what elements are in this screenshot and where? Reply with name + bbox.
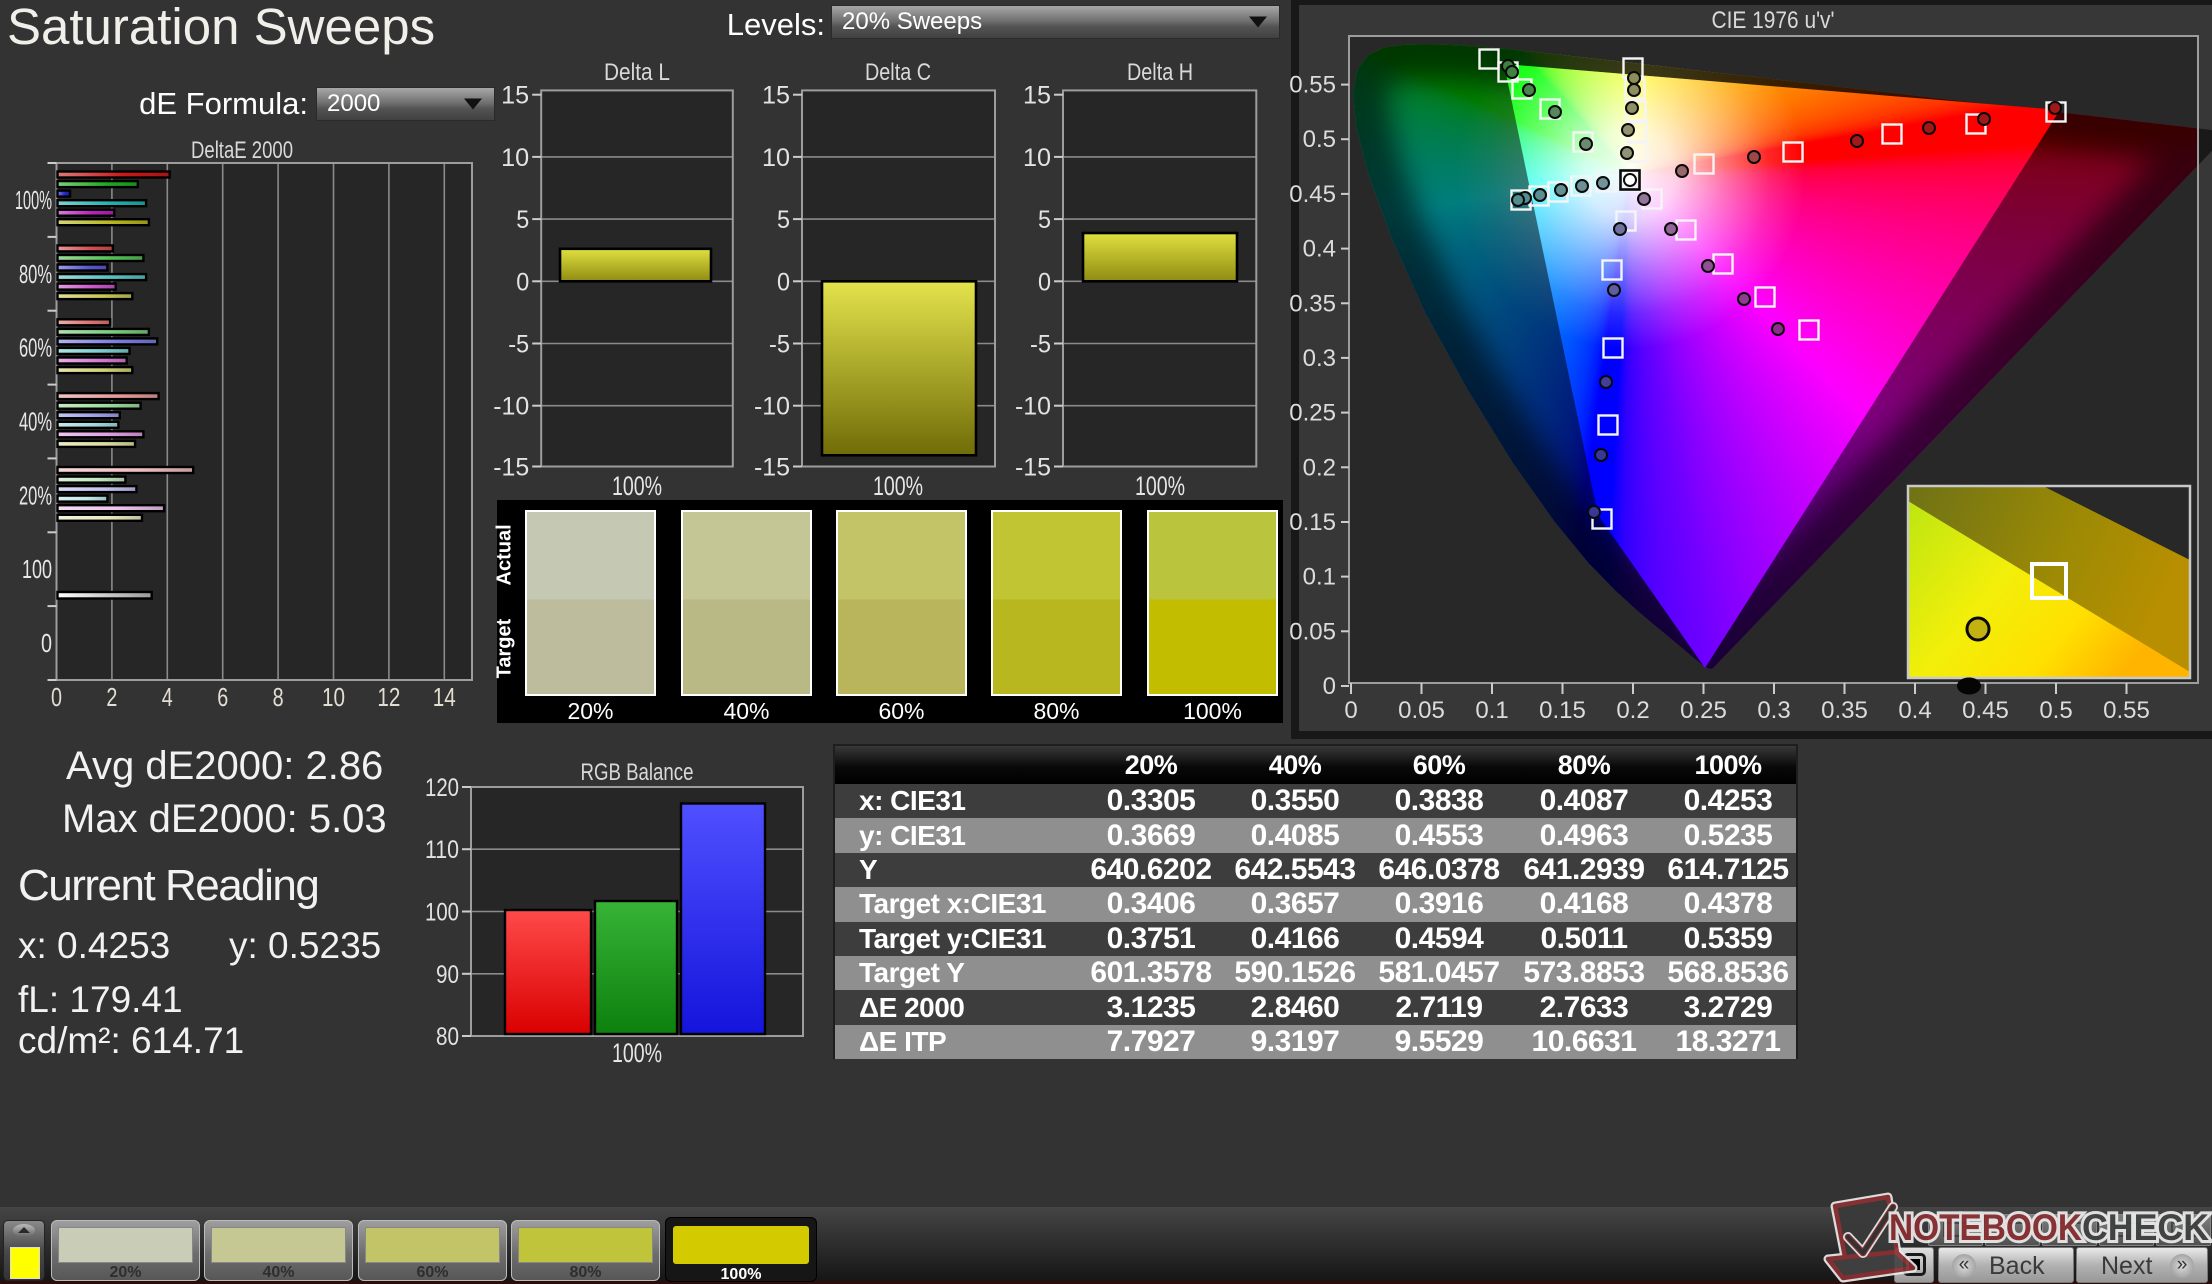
svg-text:100: 100	[425, 899, 459, 927]
svg-text:10: 10	[1023, 144, 1051, 172]
svg-text:2: 2	[106, 682, 117, 712]
svg-text:-15: -15	[754, 454, 790, 482]
svg-text:5: 5	[1038, 206, 1051, 234]
svg-text:100: 100	[22, 554, 52, 584]
svg-text:10: 10	[762, 144, 790, 172]
svg-text:110: 110	[425, 836, 459, 864]
svg-text:0.4: 0.4	[1303, 236, 1336, 263]
svg-text:8: 8	[273, 682, 284, 712]
svg-text:15: 15	[762, 82, 790, 110]
svg-text:12: 12	[377, 682, 400, 712]
svg-text:0: 0	[1344, 697, 1357, 724]
svg-text:100%: 100%	[15, 185, 52, 215]
svg-text:0.35: 0.35	[1821, 697, 1868, 724]
svg-text:100%: 100%	[873, 471, 923, 501]
svg-text:0.2: 0.2	[1616, 697, 1649, 724]
svg-text:5: 5	[777, 206, 790, 234]
svg-text:0.4: 0.4	[1898, 697, 1931, 724]
svg-text:20%: 20%	[19, 480, 52, 510]
svg-text:-15: -15	[1015, 454, 1051, 482]
svg-text:0.45: 0.45	[1962, 697, 2009, 724]
svg-text:10: 10	[322, 682, 345, 712]
svg-text:6: 6	[217, 682, 228, 712]
svg-text:0.15: 0.15	[1289, 509, 1336, 536]
svg-text:0: 0	[1323, 673, 1336, 700]
svg-text:0.25: 0.25	[1680, 697, 1727, 724]
svg-text:0: 0	[51, 682, 62, 712]
svg-text:100%: 100%	[612, 1038, 662, 1068]
svg-text:0.3: 0.3	[1757, 697, 1790, 724]
svg-text:0: 0	[777, 268, 790, 296]
svg-text:-15: -15	[493, 454, 529, 482]
svg-text:0.15: 0.15	[1539, 697, 1586, 724]
svg-text:0.55: 0.55	[2103, 697, 2150, 724]
svg-text:0.5: 0.5	[2039, 697, 2072, 724]
svg-text:Delta L: Delta L	[604, 59, 670, 86]
svg-text:80%: 80%	[19, 259, 52, 289]
svg-text:CHECK: CHECK	[2082, 1207, 2209, 1248]
svg-text:120: 120	[425, 774, 459, 802]
svg-text:0: 0	[41, 628, 52, 658]
svg-text:Delta C: Delta C	[865, 59, 931, 86]
svg-text:100%: 100%	[1135, 471, 1185, 501]
svg-text:40%: 40%	[19, 407, 52, 437]
svg-text:90: 90	[436, 961, 459, 989]
svg-text:-10: -10	[1015, 393, 1051, 421]
svg-text:0.35: 0.35	[1289, 290, 1336, 317]
svg-text:60%: 60%	[19, 333, 52, 363]
svg-text:0.2: 0.2	[1303, 454, 1336, 481]
svg-text:RGB Balance: RGB Balance	[581, 759, 694, 786]
svg-text:4: 4	[162, 682, 173, 712]
svg-text:15: 15	[1023, 82, 1051, 110]
svg-text:0: 0	[516, 268, 529, 296]
svg-text:0.5: 0.5	[1303, 126, 1336, 153]
svg-text:-10: -10	[493, 393, 529, 421]
svg-text:14: 14	[433, 682, 456, 712]
svg-text:0.55: 0.55	[1289, 72, 1336, 99]
svg-text:5: 5	[516, 206, 529, 234]
svg-text:-5: -5	[508, 331, 529, 359]
svg-text:10: 10	[501, 144, 529, 172]
svg-text:0.45: 0.45	[1289, 181, 1336, 208]
svg-text:15: 15	[501, 82, 529, 110]
svg-text:DeltaE 2000: DeltaE 2000	[191, 137, 293, 164]
svg-text:0.05: 0.05	[1398, 697, 1445, 724]
svg-text:CIE 1976 u'v': CIE 1976 u'v'	[1712, 7, 1835, 34]
svg-text:0.05: 0.05	[1289, 618, 1336, 645]
svg-text:Delta H: Delta H	[1127, 59, 1193, 86]
svg-text:-5: -5	[1030, 331, 1051, 359]
svg-text:100%: 100%	[612, 471, 662, 501]
svg-text:0.1: 0.1	[1303, 564, 1336, 591]
svg-text:0: 0	[1038, 268, 1051, 296]
svg-text:-5: -5	[769, 331, 790, 359]
svg-text:-10: -10	[754, 393, 790, 421]
svg-text:0.25: 0.25	[1289, 400, 1336, 427]
svg-text:0.1: 0.1	[1475, 697, 1508, 724]
svg-text:0.3: 0.3	[1303, 345, 1336, 372]
svg-text:80: 80	[436, 1023, 459, 1051]
svg-text:NOTEBOOK: NOTEBOOK	[1889, 1207, 2082, 1248]
